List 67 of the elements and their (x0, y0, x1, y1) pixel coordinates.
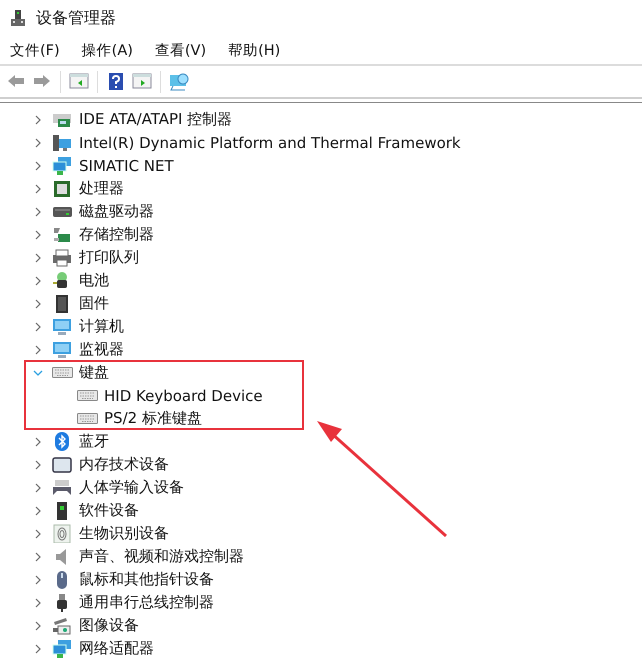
camera-icon (52, 616, 73, 635)
tree-item[interactable]: HID Keyboard Device (104, 386, 263, 404)
network-icon (52, 639, 73, 658)
tree-item[interactable]: Intel(R) Dynamic Platform and Thermal Framework (79, 134, 461, 152)
expand-chevron-icon[interactable] (33, 436, 43, 446)
expand-chevron-icon[interactable] (33, 344, 43, 354)
tree-item[interactable]: 键盘 (79, 363, 109, 382)
tree-item[interactable]: PS/2 标准键盘 (104, 409, 202, 428)
expand-chevron-icon[interactable] (33, 114, 43, 124)
printer-icon (52, 248, 73, 267)
tree-item[interactable]: 声音、视频和游戏控制器 (79, 547, 244, 566)
menu-item[interactable]: 文件(F) (10, 40, 60, 60)
device-icon (10, 9, 26, 27)
expand-chevron-icon[interactable] (33, 276, 43, 286)
tree-item[interactable]: 固件 (79, 294, 109, 313)
tree-item[interactable]: 通用串行总线控制器 (79, 593, 214, 612)
tree-item[interactable]: 存储控制器 (79, 225, 154, 244)
expand-chevron-icon[interactable] (33, 620, 43, 630)
tree-item[interactable]: 人体学输入设备 (79, 478, 184, 497)
tree-item[interactable]: 鼠标和其他指针设备 (79, 570, 214, 589)
expand-chevron-icon[interactable] (33, 160, 43, 170)
expand-chevron-icon[interactable] (33, 322, 43, 332)
processor-icon (52, 179, 73, 198)
tree-item[interactable]: 打印队列 (79, 248, 139, 267)
panel-icon[interactable] (132, 72, 152, 91)
storage-icon (52, 225, 73, 244)
tree-item[interactable]: 监视器 (79, 340, 124, 359)
expand-chevron-icon[interactable] (33, 528, 43, 538)
tree-item[interactable]: 图像设备 (79, 616, 139, 635)
menu-item[interactable]: 帮助(H) (228, 40, 280, 60)
expand-chevron-icon[interactable] (33, 460, 43, 470)
tree-item[interactable]: 内存技术设备 (79, 455, 169, 474)
panel-icon[interactable] (69, 72, 89, 91)
menu-item[interactable]: 操作(A) (82, 40, 133, 60)
tree-item[interactable]: IDE ATA/ATAPI 控制器 (79, 110, 232, 129)
expand-chevron-icon[interactable] (33, 298, 43, 308)
tree-item[interactable]: 磁盘驱动器 (79, 202, 154, 221)
expand-chevron-icon[interactable] (33, 552, 43, 562)
monitor-icon (52, 340, 73, 359)
window-title: 设备管理器 (36, 8, 116, 28)
expand-chevron-icon[interactable] (33, 138, 43, 148)
tree-item[interactable]: 生物识别设备 (79, 524, 169, 543)
expand-chevron-icon[interactable] (33, 644, 43, 654)
tree-item[interactable]: 网络适配器 (79, 639, 154, 658)
collapse-chevron-icon[interactable] (33, 368, 43, 378)
expand-chevron-icon[interactable] (33, 230, 43, 240)
tree-item[interactable]: 电池 (79, 271, 109, 290)
expand-chevron-icon[interactable] (33, 252, 43, 262)
menu-item[interactable]: 查看(V) (154, 40, 206, 60)
monitor-search-icon[interactable] (169, 72, 189, 91)
monitor-icon (52, 317, 73, 336)
expand-chevron-icon[interactable] (33, 574, 43, 584)
expand-chevron-icon[interactable] (33, 506, 43, 516)
help-icon[interactable] (106, 72, 126, 91)
expand-chevron-icon[interactable] (33, 598, 43, 608)
tree-item[interactable]: SIMATIC NET (79, 156, 174, 174)
fingerprint-icon (52, 524, 73, 543)
network-icon (52, 156, 73, 175)
computer-icon (52, 133, 73, 152)
memory-icon (52, 455, 73, 474)
tree-item[interactable]: 软件设备 (79, 501, 139, 520)
expand-chevron-icon[interactable] (33, 482, 43, 492)
tree-item[interactable]: 计算机 (79, 317, 124, 336)
expand-chevron-icon[interactable] (33, 184, 43, 194)
tree-item[interactable]: 蓝牙 (79, 432, 109, 451)
tree-item[interactable]: 处理器 (79, 179, 124, 198)
expand-chevron-icon[interactable] (33, 206, 43, 216)
